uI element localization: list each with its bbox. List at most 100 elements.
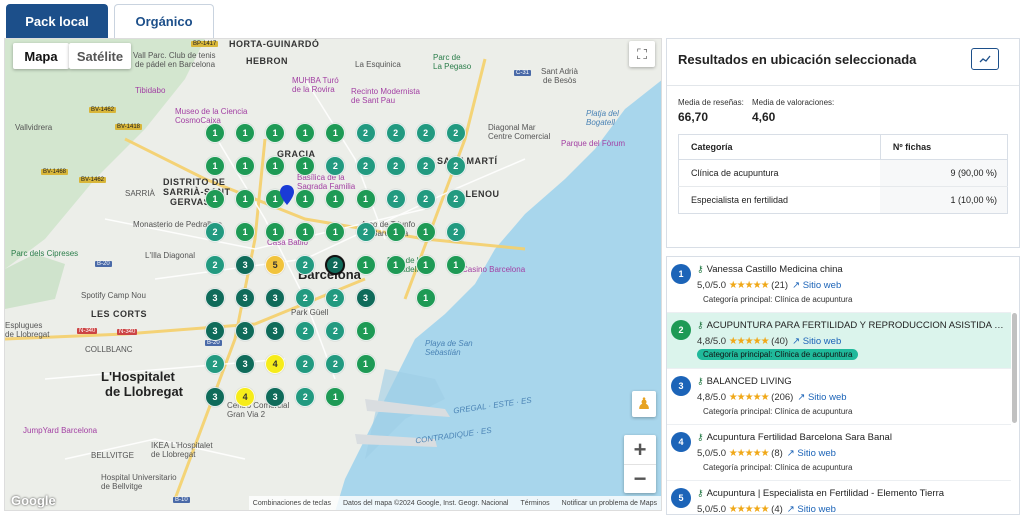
rank-grid-pin[interactable]: 1 — [205, 156, 225, 176]
tab-local-pack[interactable]: Pack local — [6, 4, 108, 38]
map-label: Centre Comercial — [488, 132, 551, 141]
rank-grid-pin[interactable]: 2 — [415, 156, 436, 176]
road-number-badge: N-340 — [117, 329, 138, 335]
rank-grid-pin[interactable]: 1 — [415, 222, 436, 242]
rank-grid-pin[interactable]: 2 — [385, 189, 406, 209]
rank-grid-pin[interactable]: 2 — [205, 255, 225, 275]
star-rating-icon: ★★★★★ — [728, 504, 770, 515]
rank-grid-pin[interactable]: 1 — [235, 156, 256, 176]
map-label: L'Illa Diagonal — [145, 251, 196, 260]
result-name[interactable]: ⚷ Acupuntura | Especialista en Fertilidad… — [697, 488, 1007, 499]
map-label: Parc dels Cipreses — [11, 249, 79, 258]
rank-grid-pin[interactable]: 1 — [445, 255, 466, 275]
result-name[interactable]: ⚷ Vanessa Castillo Medicina china — [697, 264, 1007, 275]
rank-grid-pin[interactable]: 2 — [355, 222, 376, 242]
result-name[interactable]: ⚷ BALANCED LIVING — [697, 376, 1007, 387]
result-name-text: Acupuntura | Especialista en Fertilidad … — [706, 488, 945, 499]
result-item[interactable]: 4 ⚷ Acupuntura Fertilidad Barcelona Sara B… — [667, 425, 1011, 481]
table-cell-category: Especialista en fertilidad — [678, 186, 881, 214]
road-number-badge: BV-1418 — [115, 124, 143, 130]
rank-grid-pin[interactable]: 1 — [355, 354, 376, 374]
result-rating: 5,0/5.0 ★★★★★ (8) ↗ Sitio web — [697, 448, 836, 459]
road-number-badge: B-20 — [95, 261, 112, 267]
street-view-pegman-icon[interactable]: ♟ — [632, 391, 656, 417]
stat-label: Media de reseñas: — [678, 98, 744, 107]
result-name[interactable]: ⚷ ACUPUNTURA PARA FERTILIDAD Y REPRODUCCI… — [697, 320, 1007, 331]
map-label: de Besòs — [543, 76, 577, 85]
result-item[interactable]: 2 ⚷ ACUPUNTURA PARA FERTILIDAD Y REPRODUCC… — [667, 313, 1011, 369]
fullscreen-icon[interactable]: ⛶ — [629, 41, 655, 67]
tab-bar: Pack local Orgánico — [0, 0, 1024, 38]
map-label: DISTRITO DE — [163, 177, 226, 187]
rank-grid-pin[interactable]: 2 — [445, 189, 466, 209]
report-problem-link[interactable]: Notificar un problema de Maps — [562, 500, 657, 507]
rank-grid-pin[interactable]: 1 — [415, 255, 436, 275]
rank-grid-pin[interactable]: 2 — [415, 189, 436, 209]
terms-link[interactable]: Términos — [520, 500, 549, 507]
rank-grid-pin[interactable]: 3 — [235, 354, 256, 374]
website-link[interactable]: ↗ Sitio web — [787, 504, 836, 514]
rank-grid-pin[interactable]: 3 — [235, 321, 256, 341]
key-icon: ⚷ — [697, 264, 704, 274]
rank-grid-pin[interactable]: 1 — [385, 255, 406, 275]
map-label: Vallvidrera — [15, 123, 53, 132]
rank-grid-pin[interactable]: 1 — [205, 123, 225, 143]
map-label: La Pegaso — [433, 62, 472, 71]
star-rating-icon: ★★★★★ — [728, 280, 770, 291]
zoom-in-button[interactable]: + — [624, 435, 656, 464]
result-item[interactable]: 3 ⚷ BALANCED LIVING 4,8/5.0 ★★★★★ (206) ↗ Si… — [667, 369, 1011, 425]
results-list: 1 ⚷ Vanessa Castillo Medicina china 5,0/5.0… — [666, 256, 1020, 515]
rank-grid-pin[interactable]: 1 — [355, 255, 376, 275]
scrollbar[interactable] — [1012, 313, 1017, 423]
result-item[interactable]: 1 ⚷ Vanessa Castillo Medicina china 5,0/5.0… — [667, 257, 1011, 313]
result-category: Categoría principal: Clínica de acupuntu… — [703, 295, 853, 304]
rank-grid-pin[interactable]: 1 — [355, 321, 376, 341]
rank-grid-pin[interactable]: 4 — [235, 387, 256, 407]
rank-grid-pin[interactable]: 1 — [415, 288, 436, 308]
map-label: JumpYard Barcelona — [23, 426, 98, 435]
rank-grid-pin[interactable]: 2 — [415, 123, 436, 143]
rank-grid-pin[interactable]: 3 — [205, 321, 225, 341]
rank-grid-pin[interactable]: 1 — [355, 189, 376, 209]
keyboard-shortcuts-link[interactable]: Combinaciones de teclas — [253, 500, 331, 507]
rank-grid-pin[interactable]: 3 — [205, 387, 225, 407]
result-name[interactable]: ⚷ Acupuntura Fertilidad Barcelona Sara Ba… — [697, 432, 1007, 443]
key-icon: ⚷ — [697, 432, 704, 442]
rank-grid-pin[interactable]: 1 — [235, 123, 256, 143]
rank-grid-pin[interactable]: 1 — [235, 189, 256, 209]
rank-grid-pin[interactable]: 2 — [355, 156, 376, 176]
rank-grid-pin[interactable]: 2 — [355, 123, 376, 143]
rank-grid-pin[interactable]: 2 — [205, 222, 225, 242]
map-view[interactable]: HORTA-GUINARDÓ Vall Parc. Club de tenis de… — [4, 38, 662, 511]
rank-badge: 3 — [671, 376, 691, 396]
rank-grid-pin[interactable]: 3 — [355, 288, 376, 308]
rank-grid-pin[interactable]: 1 — [235, 222, 256, 242]
map-label: HEBRON — [246, 56, 289, 66]
website-link[interactable]: ↗ Sitio web — [797, 392, 846, 403]
rank-grid-pin[interactable]: 1 — [385, 222, 406, 242]
website-link[interactable]: ↗ Sitio web — [792, 336, 841, 347]
road-number-badge: B-10 — [173, 497, 190, 503]
website-link[interactable]: ↗ Sitio web — [792, 280, 841, 291]
rank-grid-pin[interactable]: 2 — [385, 123, 406, 143]
rank-grid-pin[interactable]: 2 — [385, 156, 406, 176]
website-link[interactable]: ↗ Sitio web — [787, 448, 836, 459]
rank-grid-pin[interactable]: 3 — [235, 288, 256, 308]
map-label: IKEA L'Hospitalet — [151, 441, 213, 450]
rank-grid-pin[interactable]: 2 — [445, 222, 466, 242]
zoom-out-button[interactable]: − — [624, 464, 656, 493]
rank-grid-pin[interactable]: 3 — [205, 288, 225, 308]
tab-organic[interactable]: Orgánico — [114, 4, 214, 38]
map-type-satellite-button[interactable]: Satélite — [69, 43, 131, 69]
map-label: La Esquinica — [355, 60, 401, 69]
map-label: de pádel en Barcelona — [135, 60, 216, 69]
rank-grid-pin[interactable]: 2 — [205, 354, 225, 374]
rank-grid-pin[interactable]: 2 — [445, 123, 466, 143]
rank-grid-pin[interactable]: 2 — [445, 156, 466, 176]
map-type-map-button[interactable]: Mapa — [13, 43, 69, 69]
result-item[interactable]: 5 ⚷ Acupuntura | Especialista en Fertilida… — [667, 481, 1011, 515]
rating-value: 5,0/5.0 — [697, 280, 727, 291]
rank-grid-pin[interactable]: 3 — [235, 255, 256, 275]
chart-button[interactable] — [971, 48, 999, 70]
rank-grid-pin[interactable]: 1 — [205, 189, 225, 209]
